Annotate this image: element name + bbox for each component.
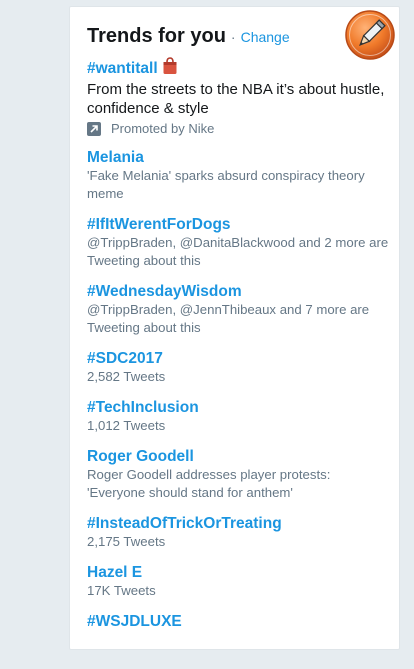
trends-title: Trends for you xyxy=(87,25,226,47)
trend-name[interactable]: #WednesdayWisdom xyxy=(87,282,392,301)
trend-description: @TrippBraden, @DanitaBlackwood and 2 mor… xyxy=(87,235,389,268)
trends-card: Trends for you · Change #wantitall From … xyxy=(69,6,400,650)
trend-item[interactable]: #InsteadOfTrickOrTreating 2,175 Tweets xyxy=(87,514,392,551)
trend-name[interactable]: Hazel E xyxy=(87,563,392,582)
trend-item[interactable]: #IfItWerentForDogs @TrippBraden, @Danita… xyxy=(87,215,392,270)
trend-item[interactable]: #TechInclusion 1,012 Tweets xyxy=(87,398,392,435)
trend-item[interactable]: Hazel E 17K Tweets xyxy=(87,563,392,600)
pencil-edit-icon[interactable] xyxy=(344,9,396,61)
trend-name[interactable]: Melania xyxy=(87,148,392,167)
trend-description: 'Fake Melania' sparks absurd conspiracy … xyxy=(87,168,365,201)
trend-name[interactable]: #SDC2017 xyxy=(87,349,392,368)
trend-description: From the streets to the NBA it’s about h… xyxy=(87,81,385,117)
trend-name[interactable]: #TechInclusion xyxy=(87,398,392,417)
trend-item[interactable]: #WSJDLUXE xyxy=(87,612,392,631)
promoted-label: Promoted by Nike xyxy=(111,121,215,136)
trend-item[interactable]: Roger Goodell Roger Goodell addresses pl… xyxy=(87,447,392,502)
trend-name[interactable]: #WSJDLUXE xyxy=(87,612,392,631)
change-link[interactable]: Change xyxy=(241,29,290,45)
trend-name-wrapper: #wantitall xyxy=(87,57,392,80)
header-separator: · xyxy=(230,29,236,45)
trend-name[interactable]: #wantitall xyxy=(87,59,158,78)
trend-item[interactable]: #WednesdayWisdom @TrippBraden, @JennThib… xyxy=(87,282,392,337)
trend-name[interactable]: #IfItWerentForDogs xyxy=(87,215,392,234)
trend-item[interactable]: #wantitall From the streets to the NBA i… xyxy=(87,57,392,136)
trend-tweet-count: 1,012 Tweets xyxy=(87,418,166,433)
promoted-line: Promoted by Nike xyxy=(87,121,392,136)
trend-tweet-count: 17K Tweets xyxy=(87,583,156,598)
trend-description: @TrippBraden, @JennThibeaux and 7 more a… xyxy=(87,302,370,335)
trends-list: #wantitall From the streets to the NBA i… xyxy=(87,57,392,643)
trend-item[interactable]: #SDC2017 2,582 Tweets xyxy=(87,349,392,386)
trend-description: Roger Goodell addresses player protests:… xyxy=(87,467,331,500)
trend-name[interactable]: Roger Goodell xyxy=(87,447,392,466)
promoted-arrow-icon xyxy=(87,121,101,136)
trend-name[interactable]: #InsteadOfTrickOrTreating xyxy=(87,514,392,533)
trend-tweet-count: 2,175 Tweets xyxy=(87,534,166,549)
trend-tweet-count: 2,582 Tweets xyxy=(87,369,166,384)
shopping-bag-icon xyxy=(162,57,178,80)
trends-header: Trends for you · Change xyxy=(87,25,290,48)
trend-item[interactable]: Melania 'Fake Melania' sparks absurd con… xyxy=(87,148,392,203)
